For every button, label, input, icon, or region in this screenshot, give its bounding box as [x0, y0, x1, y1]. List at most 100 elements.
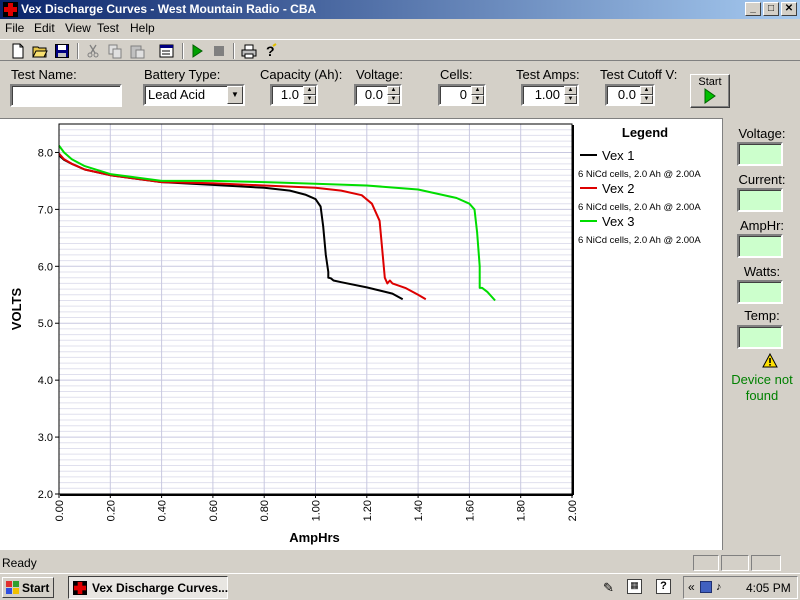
spin-up-icon[interactable]: ▲ — [303, 86, 316, 95]
spin-buttons[interactable]: ▲ ▼ — [471, 86, 484, 104]
window-icon[interactable]: ▦ — [627, 579, 642, 594]
clock: 4:05 PM — [746, 581, 791, 595]
status-panel — [751, 555, 781, 571]
spin-buttons[interactable]: ▲ ▼ — [564, 86, 577, 104]
legend-series-name: Vex 3 — [602, 214, 635, 229]
start-button[interactable]: Start — [690, 74, 730, 108]
new-file-icon[interactable] — [9, 42, 27, 60]
test-parameters-panel: Test Name: Battery Type: Lead Acid ▼ Cap… — [0, 62, 800, 117]
capacity-label: Capacity (Ah): — [260, 67, 343, 82]
minimize-button[interactable]: _ — [745, 2, 761, 16]
menu-test[interactable]: Test — [97, 21, 119, 35]
status-text: Ready — [2, 556, 37, 570]
y-tick-label: 3.0 — [38, 432, 53, 444]
x-tick-label: 1.20 — [362, 500, 374, 521]
readout-panel: Voltage: Current: AmpHr: Watts: Temp: De… — [722, 118, 800, 550]
spin-down-icon[interactable]: ▼ — [471, 95, 484, 104]
spin-down-icon[interactable]: ▼ — [387, 95, 400, 104]
capacity-stepper[interactable]: 1.0 ▲ ▼ — [270, 84, 318, 106]
menu-help[interactable]: Help — [130, 21, 155, 35]
spin-buttons[interactable]: ▲ ▼ — [640, 86, 653, 104]
test-cutoff-label: Test Cutoff V: — [600, 67, 678, 82]
speaker-icon[interactable]: ♪ — [716, 581, 722, 593]
spin-buttons[interactable]: ▲ ▼ — [387, 86, 400, 104]
title-bar[interactable]: Vex Discharge Curves - West Mountain Rad… — [0, 0, 800, 19]
paste-icon[interactable] — [128, 42, 146, 60]
stop-icon[interactable] — [210, 42, 228, 60]
chevron-down-icon[interactable]: ▼ — [227, 86, 243, 104]
x-tick-label: 0.20 — [105, 500, 117, 521]
spin-up-icon[interactable]: ▲ — [387, 86, 400, 95]
help-tray-icon[interactable]: ? — [656, 579, 671, 594]
taskbar: Start Vex Discharge Curves... ✎ ▦ ? « ♪ … — [0, 573, 800, 600]
capacity-value: 1.0 — [280, 87, 299, 102]
cut-icon[interactable] — [84, 42, 102, 60]
spin-up-icon[interactable]: ▲ — [564, 86, 577, 95]
pen-icon[interactable]: ✎ — [603, 580, 614, 596]
spin-up-icon[interactable]: ▲ — [471, 86, 484, 95]
spin-buttons[interactable]: ▲ ▼ — [303, 86, 316, 104]
y-tick-label: 5.0 — [38, 318, 53, 330]
x-tick-label: 0.40 — [157, 500, 169, 521]
battery-type-select[interactable]: Lead Acid ▼ — [143, 84, 245, 106]
voltage-stepper[interactable]: 0.0 ▲ ▼ — [354, 84, 402, 106]
legend-series-description: 6 NiCd cells, 2.0 Ah @ 2.00A — [578, 169, 701, 180]
spin-up-icon[interactable]: ▲ — [640, 86, 653, 95]
tray-expand-icon[interactable]: « — [688, 580, 695, 594]
test-cutoff-stepper[interactable]: 0.0 ▲ ▼ — [605, 84, 655, 106]
y-tick-label: 8.0 — [38, 147, 53, 159]
legend-series-description: 6 NiCd cells, 2.0 Ah @ 2.00A — [578, 235, 701, 246]
spin-down-icon[interactable]: ▼ — [303, 95, 316, 104]
chart-area: 2.0 3.0 4.0 5.0 6.0 7.0 8.0 0.00 0.20 0.40 0.60 0.8… — [0, 118, 722, 550]
print-icon[interactable] — [240, 42, 258, 60]
close-button[interactable]: ✕ — [781, 2, 797, 16]
y-tick-label: 6.0 — [38, 261, 53, 273]
copy-icon[interactable] — [106, 42, 124, 60]
help-icon[interactable]: ? — [262, 42, 280, 60]
app-cross-icon — [3, 2, 18, 17]
windows-logo-icon — [6, 581, 19, 594]
toolbar-separator — [233, 43, 235, 59]
system-tray: « ♪ 4:05 PM — [683, 576, 798, 599]
spin-down-icon[interactable]: ▼ — [640, 95, 653, 104]
taskbar-item-vex[interactable]: Vex Discharge Curves... — [68, 576, 228, 599]
test-name-input[interactable] — [10, 84, 122, 107]
y-tick-label: 2.0 — [38, 489, 53, 501]
test-cutoff-value: 0.0 — [617, 87, 636, 102]
network-icon[interactable] — [700, 581, 712, 593]
menu-view[interactable]: View — [65, 21, 91, 35]
y-tick-label: 4.0 — [38, 375, 53, 387]
taskbar-item-label: Vex Discharge Curves... — [92, 581, 229, 595]
amphr-readout-label: AmpHr: — [739, 218, 785, 233]
toolbar-separator — [77, 43, 79, 59]
legend-series-name: Vex 2 — [602, 181, 635, 196]
legend-series-description: 6 NiCd cells, 2.0 Ah @ 2.00A — [578, 202, 701, 213]
test-amps-stepper[interactable]: 1.00 ▲ ▼ — [521, 84, 579, 106]
y-tick-label: 7.0 — [38, 204, 53, 216]
menu-bar: File Edit View Test Help — [0, 19, 800, 38]
properties-icon[interactable] — [158, 42, 176, 60]
open-folder-icon[interactable] — [31, 42, 49, 60]
x-tick-label: 2.00 — [567, 500, 579, 521]
legend-series-name: Vex 1 — [602, 148, 635, 163]
x-axis-label: AmpHrs — [289, 530, 340, 545]
device-status-text: Device not found — [731, 372, 793, 403]
spin-down-icon[interactable]: ▼ — [564, 95, 577, 104]
menu-edit[interactable]: Edit — [34, 21, 55, 35]
cells-stepper[interactable]: 0 ▲ ▼ — [438, 84, 486, 106]
voltage-readout — [737, 142, 783, 166]
cells-value: 0 — [459, 87, 467, 102]
x-tick-label: 0.80 — [259, 500, 271, 521]
start-menu-button[interactable]: Start — [2, 577, 54, 598]
test-amps-value: 1.00 — [534, 87, 560, 102]
save-icon[interactable] — [53, 42, 71, 60]
menu-file[interactable]: File — [5, 21, 24, 35]
toolbar-separator — [182, 43, 184, 59]
watts-readout — [737, 280, 783, 304]
watts-readout-label: Watts: — [743, 264, 781, 279]
temp-readout — [737, 325, 783, 349]
voltage-label: Voltage: — [356, 67, 403, 82]
amphr-readout — [737, 234, 783, 258]
maximize-button[interactable]: □ — [763, 2, 779, 16]
run-icon[interactable] — [188, 42, 206, 60]
